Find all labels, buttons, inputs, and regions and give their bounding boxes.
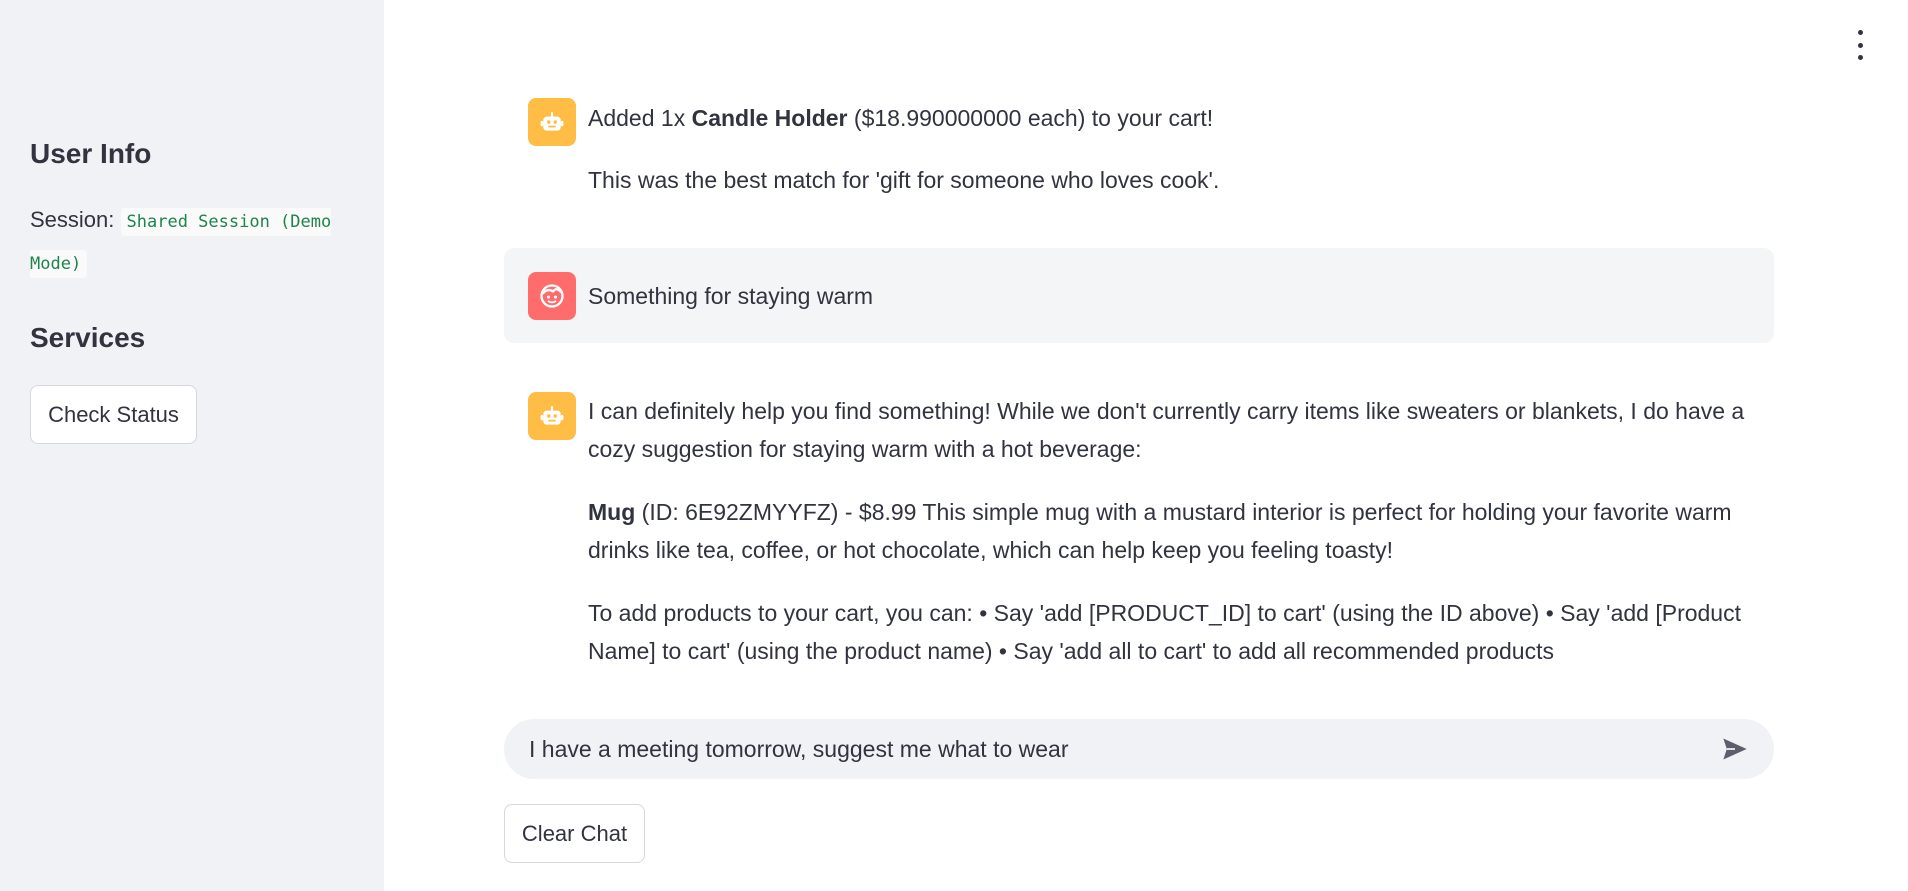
services-heading: Services — [30, 322, 146, 353]
check-status-button[interactable]: Check Status — [30, 385, 197, 444]
assistant-message: Added 1x Candle Holder ($18.990000000 ea… — [588, 99, 1768, 199]
message-text: To add products to your cart, you can: •… — [588, 600, 1741, 664]
session-label: Session: — [30, 207, 115, 232]
message-text: ($18.990000000 each) to your cart! — [847, 105, 1214, 131]
user-info-heading: User Info — [30, 138, 152, 169]
user-message: Something for staying warm — [588, 277, 1768, 315]
main-menu-icon[interactable] — [1848, 30, 1872, 60]
chat-input[interactable]: I have a meeting tomorrow, suggest me wh… — [504, 719, 1774, 779]
robot-icon — [528, 98, 576, 146]
session-info: Session: Shared Session (Demo Mode) — [30, 200, 360, 284]
robot-icon — [528, 392, 576, 440]
message-text: I can definitely help you find something… — [588, 398, 1745, 462]
sidebar: User Info Session: Shared Session (Demo … — [0, 0, 384, 891]
send-icon[interactable] — [1720, 735, 1750, 763]
user-face-icon — [528, 272, 576, 320]
assistant-message: I can definitely help you find something… — [588, 392, 1773, 670]
message-text: Something for staying warm — [588, 283, 874, 309]
message-text: Added 1x — [588, 105, 692, 131]
message-text: This was the best match for 'gift for so… — [588, 167, 1220, 193]
clear-chat-button[interactable]: Clear Chat — [504, 804, 645, 863]
message-text: (ID: 6E92ZMYYFZ) - $8.99 This simple mug… — [588, 499, 1732, 563]
product-name: Mug — [588, 499, 636, 525]
chat-input-value[interactable]: I have a meeting tomorrow, suggest me wh… — [529, 736, 1069, 763]
product-name: Candle Holder — [691, 105, 848, 131]
